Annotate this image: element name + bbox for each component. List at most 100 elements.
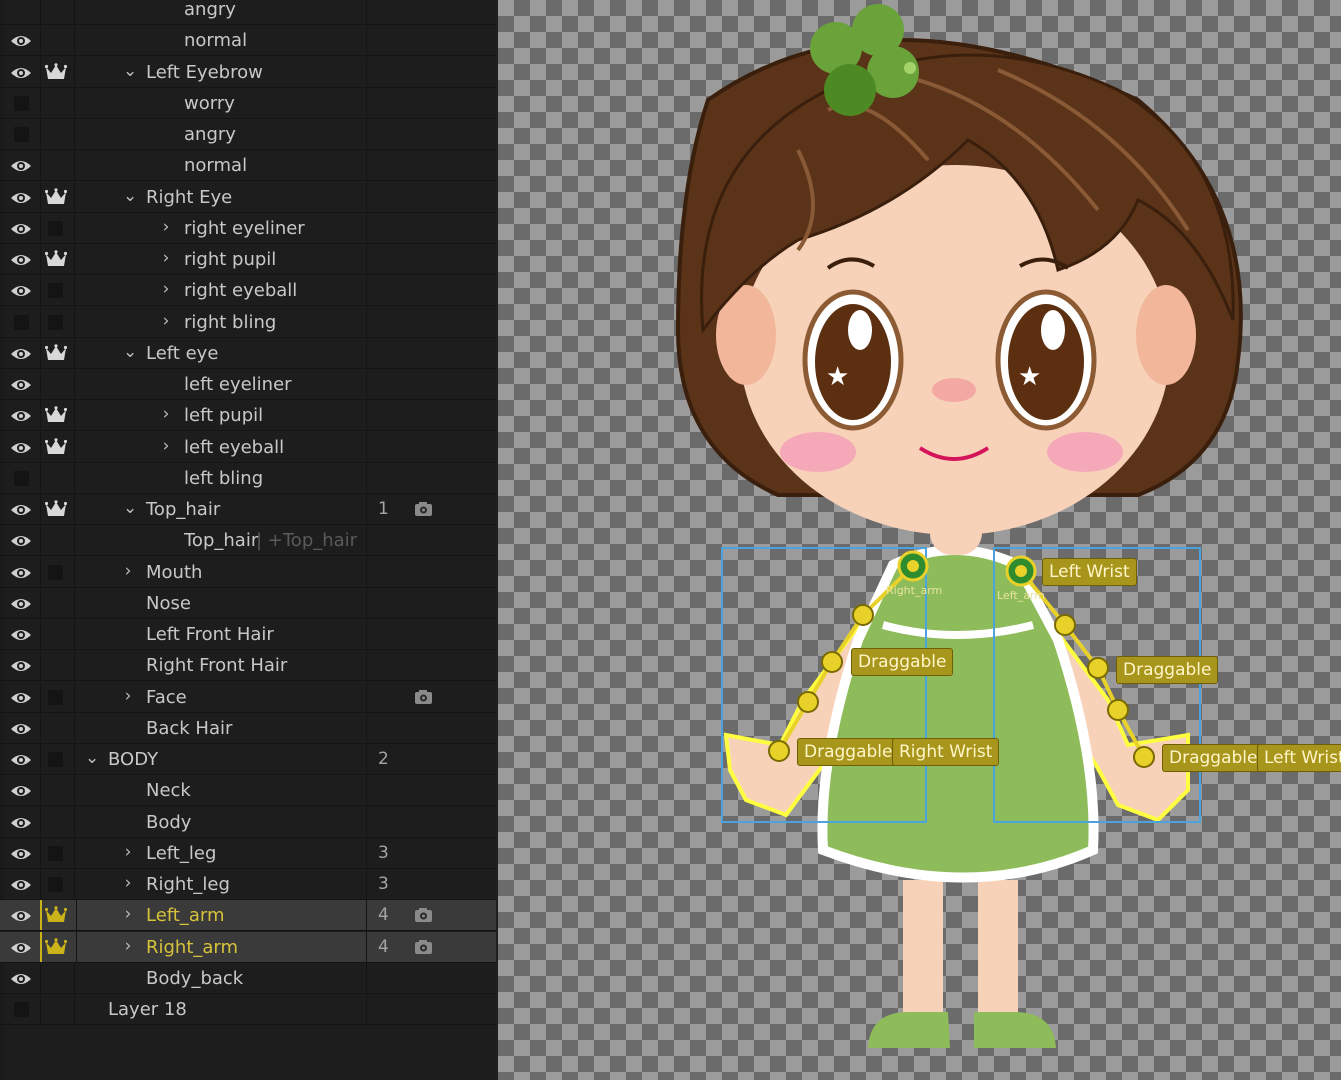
chevron-right-icon[interactable]: ›: [159, 279, 173, 299]
eye-icon[interactable]: [10, 377, 32, 391]
handle-cell[interactable]: [40, 962, 75, 993]
camera-icon[interactable]: [414, 689, 433, 705]
chevron-right-icon[interactable]: ›: [159, 404, 173, 424]
eye-icon[interactable]: [10, 346, 32, 360]
eye-icon[interactable]: [10, 846, 32, 860]
chevron-right-icon[interactable]: ›: [121, 936, 135, 956]
handle-cell[interactable]: [40, 25, 75, 56]
layer-name[interactable]: worry: [184, 93, 235, 114]
crown-icon[interactable]: [44, 937, 68, 956]
layer-name[interactable]: Body: [146, 812, 191, 833]
layer-name[interactable]: Right_arm: [146, 937, 238, 958]
eye-icon[interactable]: [10, 877, 32, 891]
layer-row[interactable]: › right eyeliner: [0, 212, 496, 244]
layer-row[interactable]: Layer 18: [0, 994, 496, 1025]
eye-icon[interactable]: [10, 565, 32, 579]
crown-icon[interactable]: [44, 500, 68, 518]
handle-cell[interactable]: [40, 150, 75, 181]
layer-name[interactable]: Face: [146, 687, 187, 708]
handle-cell[interactable]: [40, 0, 75, 24]
layer-name[interactable]: angry: [184, 124, 236, 145]
layer-row[interactable]: › left pupil: [0, 400, 496, 432]
camera-icon[interactable]: [414, 501, 433, 517]
layer-row[interactable]: ⌄ Left Eyebrow: [0, 56, 496, 88]
crown-icon[interactable]: [44, 250, 68, 268]
eye-icon[interactable]: [10, 283, 32, 297]
camera-icon[interactable]: [414, 939, 433, 955]
handle-cell[interactable]: [40, 806, 75, 837]
camera-icon[interactable]: [414, 907, 433, 923]
layer-row[interactable]: Body: [0, 806, 496, 838]
handle-off-box[interactable]: [48, 314, 63, 330]
eye-icon[interactable]: [10, 65, 32, 79]
handle-off-box[interactable]: [48, 752, 63, 767]
handle-cell[interactable]: [40, 119, 75, 149]
chevron-right-icon[interactable]: ›: [121, 842, 135, 862]
handle-cell[interactable]: [40, 87, 75, 118]
layer-name[interactable]: left bling: [184, 468, 263, 489]
eye-icon[interactable]: [10, 783, 32, 797]
crown-icon[interactable]: [44, 437, 68, 456]
layer-name[interactable]: Right Front Hair: [146, 655, 287, 676]
visibility-off-box[interactable]: [14, 470, 29, 486]
chevron-down-icon[interactable]: ⌄: [123, 342, 137, 362]
crown-icon[interactable]: [44, 62, 68, 81]
layer-name[interactable]: Left Eyebrow: [146, 62, 263, 83]
layer-row[interactable]: › Right_leg 3: [0, 869, 496, 900]
layer-name[interactable]: Right_leg: [146, 874, 230, 895]
layer-row[interactable]: Back Hair: [0, 712, 496, 744]
handle-cell[interactable]: [40, 650, 75, 681]
layer-name[interactable]: left eyeball: [184, 437, 284, 458]
eye-icon[interactable]: [10, 502, 32, 516]
draggable-tag-2[interactable]: Draggable: [1116, 656, 1219, 684]
layer-name[interactable]: right pupil: [184, 249, 276, 270]
handle-cell[interactable]: [40, 775, 75, 806]
chevron-right-icon[interactable]: ›: [159, 217, 173, 237]
visibility-off-box[interactable]: [14, 1002, 29, 1017]
draggable-tag-3[interactable]: Draggable: [797, 738, 900, 766]
visibility-cell[interactable]: [4, 0, 41, 24]
layer-name[interactable]: Back Hair: [146, 718, 232, 739]
layer-row[interactable]: › right pupil: [0, 244, 496, 275]
layer-name[interactable]: normal: [184, 155, 247, 176]
left-wrist-tag-top[interactable]: Left Wrist: [1042, 558, 1137, 586]
layer-row[interactable]: Neck: [0, 775, 496, 807]
crown-icon[interactable]: [44, 906, 68, 924]
eye-icon[interactable]: [10, 627, 32, 641]
scene-canvas[interactable]: ★ ★ Right_arm Left_arm Left Wrist Dragga…: [498, 0, 1341, 1080]
chevron-down-icon[interactable]: ⌄: [123, 186, 137, 206]
chevron-right-icon[interactable]: ›: [159, 436, 173, 456]
handle-cell[interactable]: [40, 525, 75, 556]
layer-name[interactable]: right eyeball: [184, 280, 297, 301]
eye-icon[interactable]: [10, 33, 32, 47]
chevron-right-icon[interactable]: ›: [121, 686, 135, 706]
eye-icon[interactable]: [10, 658, 32, 672]
eye-icon[interactable]: [10, 408, 32, 422]
layer-name[interactable]: Left Front Hair: [146, 624, 274, 645]
layer-name[interactable]: right eyeliner: [184, 218, 305, 239]
left-wrist-tag[interactable]: Left Wrist: [1257, 744, 1341, 772]
layer-row[interactable]: Body_back: [0, 962, 496, 994]
eye-icon[interactable]: [10, 440, 32, 454]
eye-icon[interactable]: [10, 533, 32, 547]
handle-off-box[interactable]: [48, 220, 63, 236]
layer-row[interactable]: › Left_arm 4: [0, 900, 496, 932]
handle-cell[interactable]: [40, 369, 75, 399]
layer-row[interactable]: Top_hair | +Top_hair: [0, 525, 496, 557]
layer-name[interactable]: normal: [184, 30, 247, 51]
crown-icon[interactable]: [44, 343, 68, 362]
layer-row[interactable]: › Face: [0, 681, 496, 713]
layer-name[interactable]: BODY: [108, 749, 158, 770]
layer-row[interactable]: Left Front Hair: [0, 619, 496, 650]
handle-off-box[interactable]: [48, 877, 63, 892]
layer-row[interactable]: angry: [0, 119, 496, 150]
layer-name[interactable]: angry: [184, 0, 236, 20]
visibility-off-box[interactable]: [14, 127, 29, 142]
chevron-down-icon[interactable]: ⌄: [123, 498, 137, 518]
layer-row[interactable]: ⌄ Left eye: [0, 337, 496, 369]
eye-icon[interactable]: [10, 815, 32, 829]
eye-icon[interactable]: [10, 971, 32, 985]
eye-icon[interactable]: [10, 721, 32, 735]
chevron-down-icon[interactable]: ⌄: [123, 61, 137, 81]
layer-name[interactable]: Top_hair: [146, 499, 220, 520]
